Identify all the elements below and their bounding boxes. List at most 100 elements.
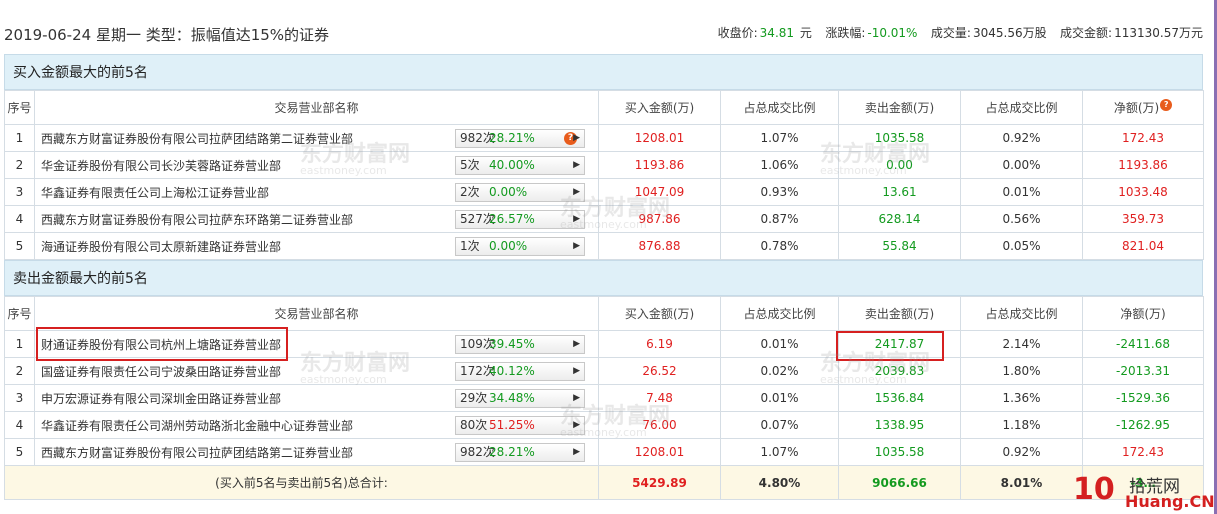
buy-amount: 7.48 <box>598 384 721 412</box>
total-buy: 5429.89 <box>598 465 721 500</box>
trade-history-button[interactable]: 982次28.21% ▶ <box>455 443 585 462</box>
trade-count: 982次 <box>460 131 495 145</box>
branch-name[interactable]: 西藏东方财富证券股份有限公司拉萨团结路第二证券营业部 <box>41 130 353 147</box>
success-rate: 28.21% <box>489 131 535 145</box>
branch-cell: 华金证券股份有限公司长沙芙蓉路证券营业部 5次 40.00% ▶ <box>34 151 599 179</box>
row-no: 5 <box>4 438 35 466</box>
sell-amount: 1035.58 <box>838 124 961 152</box>
play-arrow-icon[interactable]: ▶ <box>573 130 580 147</box>
site-logo: 10 拾荒网 Huang.CN <box>1073 468 1215 514</box>
buy-pct: 0.07% <box>720 411 839 439</box>
play-arrow-icon[interactable]: ▶ <box>573 390 580 407</box>
col-sell: 卖出金额(万) <box>838 296 961 331</box>
col-sell-pct: 占总成交比例 <box>960 296 1083 331</box>
sell-amount: 1338.95 <box>838 411 961 439</box>
buy-pct: 0.78% <box>720 232 839 260</box>
sell-amount: 2039.83 <box>838 357 961 385</box>
trade-count: 5次 <box>460 158 480 172</box>
table-row: 4 华鑫证券有限责任公司湖州劳动路浙北金融中心证券营业部 80次 51.25% ▶ 76.… <box>4 411 1204 439</box>
buy-table: 序号 交易营业部名称 买入金额(万) 占总成交比例 卖出金额(万) 占总成交比例… <box>4 90 1204 260</box>
buy-amount: 1208.01 <box>598 124 721 152</box>
branch-name[interactable]: 华金证券股份有限公司长沙芙蓉路证券营业部 <box>41 157 281 174</box>
sell-amount: 1035.58 <box>838 438 961 466</box>
sell-pct: 1.36% <box>960 384 1083 412</box>
trade-history-button[interactable]: 109次39.45% ▶ <box>455 335 585 354</box>
net-amount: -2411.68 <box>1082 330 1204 358</box>
buy-amount: 1208.01 <box>598 438 721 466</box>
sell-amount: 13.61 <box>838 178 961 206</box>
close-unit: 元 <box>799 26 812 40</box>
success-rate: 0.00% <box>489 185 528 199</box>
close-value: 34.81 <box>759 26 795 40</box>
play-arrow-icon[interactable]: ▶ <box>573 157 580 174</box>
branch-name[interactable]: 申万宏源证券有限公司深圳金田路证券营业部 <box>41 390 281 407</box>
play-arrow-icon[interactable]: ▶ <box>573 184 580 201</box>
branch-name[interactable]: 海通证券股份有限公司太原新建路证券营业部 <box>41 238 281 255</box>
volume-value: 3045.56万股 <box>972 26 1047 40</box>
amount-label: 成交金额: <box>1060 26 1113 40</box>
branch-cell: 申万宏源证券有限公司深圳金田路证券营业部 29次 34.48% ▶ <box>34 384 599 412</box>
net-amount: -1529.36 <box>1082 384 1204 412</box>
sell-amount: 1536.84 <box>838 384 961 412</box>
play-arrow-icon[interactable]: ▶ <box>573 211 580 228</box>
buy-pct: 1.06% <box>720 151 839 179</box>
buy-amount: 876.88 <box>598 232 721 260</box>
close-label: 收盘价: <box>717 26 758 40</box>
net-amount: 1193.86 <box>1082 151 1204 179</box>
table-row: 5 西藏东方财富证券股份有限公司拉萨团结路第二证券营业部 982次28.21% ▶ 12… <box>4 438 1204 466</box>
volume-label: 成交量: <box>930 26 971 40</box>
branch-name[interactable]: 华鑫证券有限责任公司湖州劳动路浙北金融中心证券营业部 <box>41 417 353 434</box>
row-no: 2 <box>4 151 35 179</box>
play-arrow-icon[interactable]: ▶ <box>573 336 580 353</box>
buy-pct: 0.02% <box>720 357 839 385</box>
total-sell-pct: 8.01% <box>960 465 1083 500</box>
play-arrow-icon[interactable]: ▶ <box>573 238 580 255</box>
col-buy-pct: 占总成交比例 <box>720 90 839 125</box>
table-row: 3 华鑫证券有限责任公司上海松江证券营业部 2次 0.00% ▶ 1047.09 0.93%… <box>4 178 1204 206</box>
trade-history-button[interactable]: 29次 34.48% ▶ <box>455 389 585 408</box>
buy-amount: 1047.09 <box>598 178 721 206</box>
amount-value: 113130.57万元 <box>1114 26 1203 40</box>
sell-table-header: 序号 交易营业部名称 买入金额(万) 占总成交比例 卖出金额(万) 占总成交比例… <box>4 296 1204 331</box>
success-rate: 39.45% <box>489 337 535 351</box>
trade-history-button[interactable]: 982次28.21%? ▶ <box>455 129 585 148</box>
buy-pct: 0.01% <box>720 384 839 412</box>
play-arrow-icon[interactable]: ▶ <box>573 417 580 434</box>
trade-count: 109次 <box>460 337 495 351</box>
table-row: 5 海通证券股份有限公司太原新建路证券营业部 1次 0.00% ▶ 876.88 0.78%… <box>4 232 1204 260</box>
row-no: 3 <box>4 384 35 412</box>
col-sell-pct: 占总成交比例 <box>960 90 1083 125</box>
play-arrow-icon[interactable]: ▶ <box>573 444 580 461</box>
sell-pct: 0.92% <box>960 438 1083 466</box>
buy-amount: 26.52 <box>598 357 721 385</box>
branch-name[interactable]: 西藏东方财富证券股份有限公司拉萨东环路第二证券营业部 <box>41 211 353 228</box>
total-sell: 9066.66 <box>838 465 961 500</box>
total-row: (买入前5名与卖出前5名)总合计: 5429.89 4.80% 9066.66 … <box>4 465 1204 500</box>
trade-history-button[interactable]: 2次 0.00% ▶ <box>455 183 585 202</box>
row-no: 2 <box>4 357 35 385</box>
trade-count: 172次 <box>460 364 495 378</box>
logo-number: 10 <box>1073 472 1115 507</box>
play-arrow-icon[interactable]: ▶ <box>573 363 580 380</box>
trade-history-button[interactable]: 172次40.12% ▶ <box>455 362 585 381</box>
success-rate: 0.00% <box>489 239 528 253</box>
col-name: 交易营业部名称 <box>34 296 599 331</box>
trade-history-button[interactable]: 1次 0.00% ▶ <box>455 237 585 256</box>
change-label: 涨跌幅: <box>825 26 866 40</box>
col-buy-pct: 占总成交比例 <box>720 296 839 331</box>
branch-name[interactable]: 西藏东方财富证券股份有限公司拉萨团结路第二证券营业部 <box>41 444 353 461</box>
logo-en: Huang.CN <box>1125 492 1215 511</box>
sell-pct: 1.80% <box>960 357 1083 385</box>
trade-history-button[interactable]: 527次26.57% ▶ <box>455 210 585 229</box>
change-value: -10.01% <box>867 26 918 40</box>
branch-name[interactable]: 华鑫证券有限责任公司上海松江证券营业部 <box>41 184 269 201</box>
question-mark-icon[interactable]: ? <box>1160 99 1173 111</box>
sell-amount: 628.14 <box>838 205 961 233</box>
sell-pct: 0.05% <box>960 232 1083 260</box>
date-and-type: 2019-06-24 星期一 类型：振幅值达15%的证券 <box>4 26 330 44</box>
branch-cell: 海通证券股份有限公司太原新建路证券营业部 1次 0.00% ▶ <box>34 232 599 260</box>
trade-history-button[interactable]: 80次 51.25% ▶ <box>455 416 585 435</box>
buy-amount: 6.19 <box>598 330 721 358</box>
trade-history-button[interactable]: 5次 40.00% ▶ <box>455 156 585 175</box>
branch-name[interactable]: 国盛证券有限责任公司宁波桑田路证券营业部 <box>41 363 281 380</box>
